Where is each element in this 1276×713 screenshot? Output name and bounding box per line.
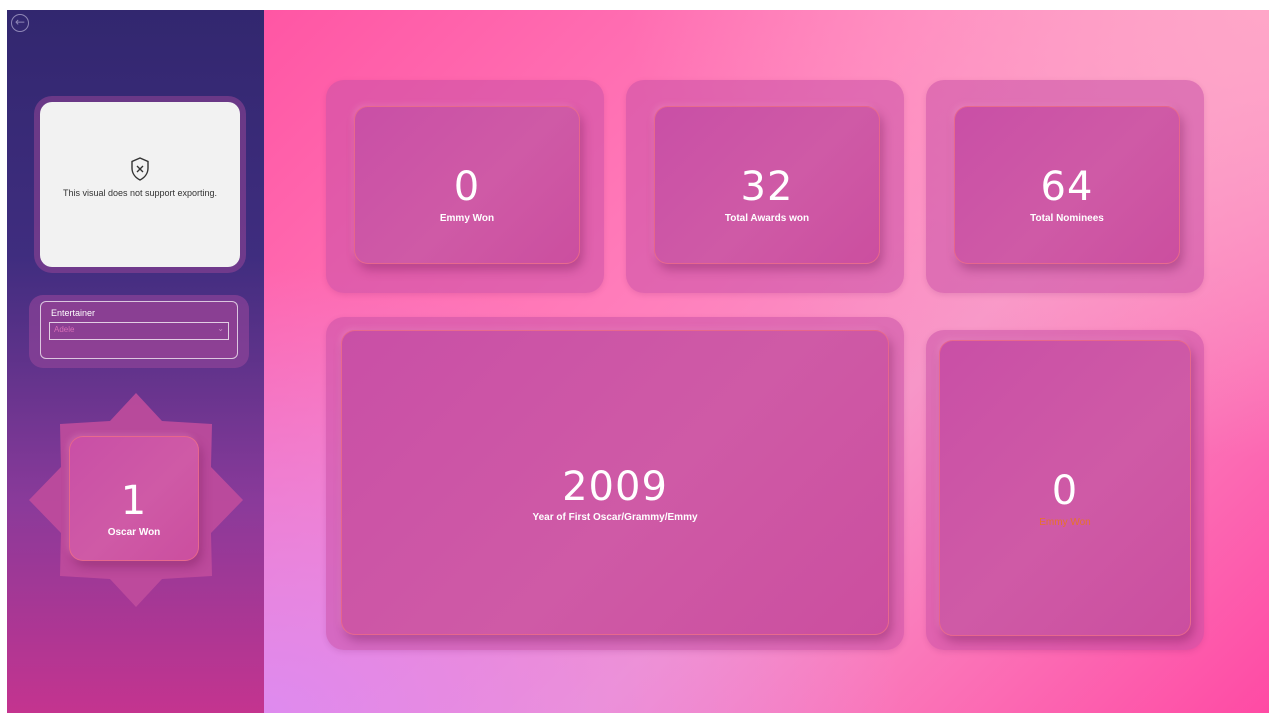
arrow-left-circle-icon[interactable]: ← — [11, 14, 29, 32]
total-nominees-card: 64 Total Nominees — [954, 106, 1180, 264]
emmy-won-label-2: Emmy Won — [1039, 517, 1091, 528]
total-awards-card: 32 Total Awards won — [654, 106, 880, 264]
first-year-card: 2009 Year of First Oscar/Grammy/Emmy — [341, 330, 889, 635]
emmy-won-value: 0 — [453, 164, 481, 210]
total-awards-label: Total Awards won — [724, 213, 810, 224]
slicer-title: Entertainer — [51, 308, 96, 318]
dropdown-selected-value: Adele — [54, 325, 75, 334]
total-nominees-label: Total Nominees — [1030, 213, 1104, 224]
first-year-label: Year of First Oscar/Grammy/Emmy — [532, 512, 698, 523]
oscar-won-card: 1 Oscar Won — [69, 436, 199, 561]
shield-x-icon — [131, 157, 149, 181]
emmy-won-label: Emmy Won — [439, 213, 495, 224]
emmy-won-card-2: 0 Emmy Won — [939, 340, 1191, 636]
chevron-down-icon: ⌄ — [217, 324, 224, 333]
main-canvas: 0 Emmy Won 32 Total Awards won 64 Total … — [264, 10, 1269, 713]
entertainer-slicer: Entertainer Adele ⌄ — [40, 301, 238, 359]
emmy-won-value-2: 0 — [1051, 468, 1079, 514]
oscar-won-value: 1 — [120, 478, 148, 524]
emmy-won-card: 0 Emmy Won — [354, 106, 580, 264]
report-canvas: ← This visual does not support exporting… — [7, 10, 1269, 713]
export-unsupported-visual: This visual does not support exporting. — [40, 102, 240, 267]
total-nominees-value: 64 — [1040, 164, 1094, 210]
oscar-won-label: Oscar Won — [107, 527, 161, 538]
export-notice-text: This visual does not support exporting. — [62, 188, 218, 198]
sidebar: ← This visual does not support exporting… — [7, 10, 264, 713]
entertainer-dropdown[interactable]: Adele ⌄ — [49, 322, 229, 340]
first-year-value: 2009 — [562, 464, 668, 510]
total-awards-value: 32 — [740, 164, 794, 210]
